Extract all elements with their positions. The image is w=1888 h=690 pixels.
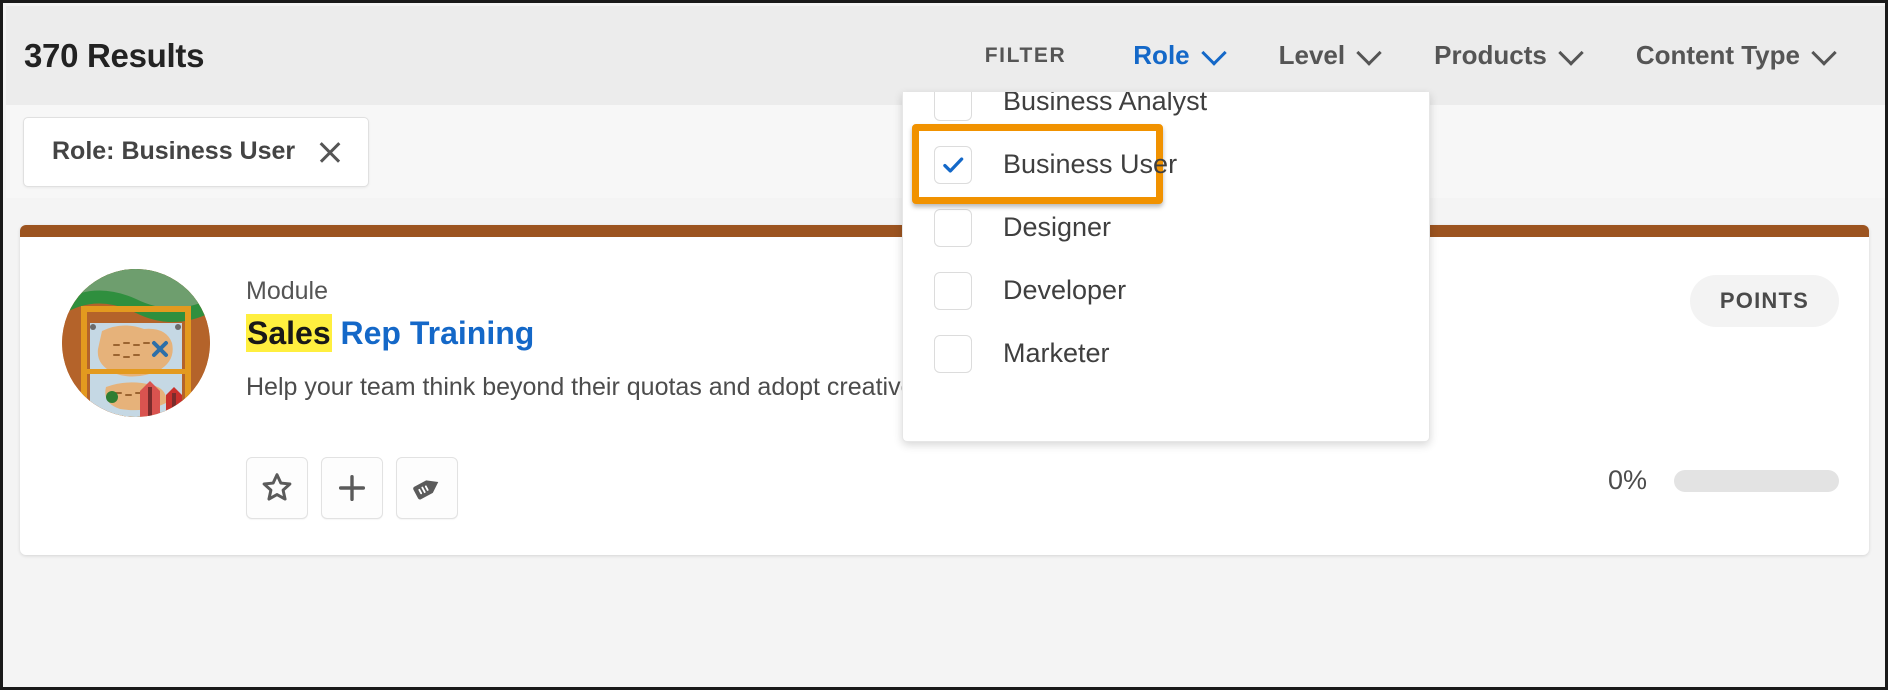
role-option-developer[interactable]: Developer [903,259,1429,322]
star-icon [260,471,294,505]
add-to-trailmix-button[interactable] [321,457,383,519]
result-card-actions [246,457,458,519]
progress-indicator: 0% [1608,465,1839,496]
close-icon[interactable] [317,139,343,165]
filter-dropdown-role-label: Role [1133,40,1189,71]
chevron-down-icon [1813,42,1835,64]
checkbox-icon[interactable] [934,335,972,373]
role-filter-dropdown: Business Analyst Business User Designer Dev… [902,92,1430,442]
applied-filter-chip-label: Role: Business User [52,137,295,166]
role-option-label: Business Analyst [1003,92,1207,117]
role-option-business-user[interactable]: Business User [903,133,1429,196]
filter-dropdown-products-label: Products [1434,40,1547,71]
filter-nav: FILTER Role Level Products Content Type [985,40,1862,71]
filter-dropdown-products[interactable]: Products [1407,40,1609,71]
treasure-map-illustration [62,269,210,417]
app-screen: 370 Results FILTER Role Level Products C… [0,0,1888,690]
favorite-button[interactable] [246,457,308,519]
filter-dropdown-content-type[interactable]: Content Type [1609,40,1862,71]
applied-filter-chip[interactable]: Role: Business User [23,117,369,187]
tag-icon [410,471,444,505]
filter-dropdown-role[interactable]: Role [1106,40,1251,71]
filter-dropdown-level-label: Level [1279,40,1346,71]
checkbox-icon[interactable] [934,272,972,310]
results-count: 370 Results [24,37,204,75]
result-title-link[interactable]: Rep Training [332,315,535,351]
role-option-label: Marketer [1003,338,1110,369]
role-option-label: Designer [1003,212,1111,243]
chevron-down-icon [1203,42,1225,64]
checkbox-icon[interactable] [934,92,972,121]
results-toolbar: 370 Results FILTER Role Level Products C… [6,6,1888,105]
progress-percent-label: 0% [1608,465,1647,496]
role-option-marketer[interactable]: Marketer [903,322,1429,385]
role-option-list: Business Analyst Business User Designer Dev… [903,92,1429,385]
points-badge: POINTS [1690,275,1839,327]
progress-bar-track [1674,470,1839,492]
filter-label: FILTER [985,44,1067,68]
role-option-label: Business User [1003,149,1177,180]
chevron-down-icon [1358,42,1380,64]
filter-dropdown-content-type-label: Content Type [1636,40,1800,71]
chevron-down-icon [1560,42,1582,64]
role-option-label: Developer [1003,275,1126,306]
plus-icon [335,471,369,505]
module-thumbnail [62,269,210,417]
role-option-designer[interactable]: Designer [903,196,1429,259]
checkbox-checked-icon[interactable] [934,146,972,184]
checkbox-icon[interactable] [934,209,972,247]
tag-button[interactable] [396,457,458,519]
search-term-highlight: Sales [246,314,332,352]
filter-dropdown-level[interactable]: Level [1252,40,1408,71]
